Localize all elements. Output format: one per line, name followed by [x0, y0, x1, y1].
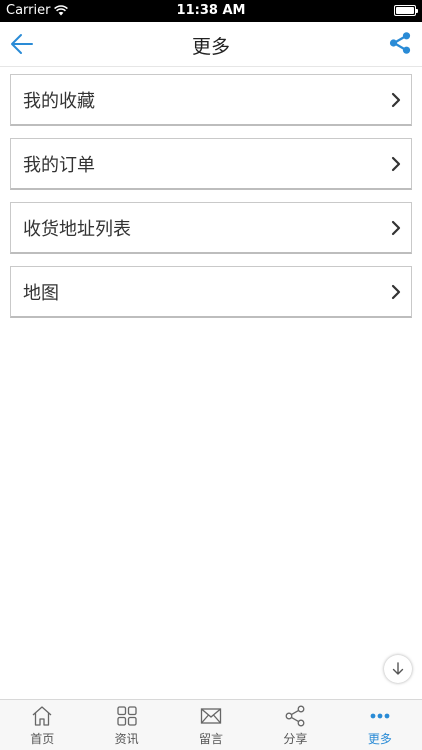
arrow-down-icon: [392, 662, 404, 675]
home-icon: [32, 706, 52, 726]
menu-item-addresses[interactable]: 收货地址列表: [10, 202, 412, 254]
menu-item-map[interactable]: 地图: [10, 266, 412, 318]
mail-icon: [200, 708, 222, 724]
tab-label: 分享: [283, 732, 308, 746]
menu-item-label: 我的订单: [23, 154, 95, 176]
page-title: 更多: [191, 36, 230, 58]
navigation-bar: 更多: [0, 22, 422, 67]
tab-home[interactable]: 首页: [0, 700, 84, 750]
chevron-right-icon: [391, 92, 401, 108]
more-icon: [370, 713, 390, 719]
menu-item-orders[interactable]: 我的订单: [10, 138, 412, 190]
status-bar: Carrier 11:38 AM: [0, 0, 422, 22]
share-icon[interactable]: [388, 31, 412, 55]
tab-label: 留言: [199, 732, 224, 746]
menu-item-label: 收货地址列表: [23, 218, 131, 240]
tab-label: 资讯: [114, 732, 139, 746]
status-time: 11:38 AM: [176, 3, 246, 18]
menu-item-label: 我的收藏: [23, 90, 95, 112]
back-arrow-icon[interactable]: [8, 30, 36, 58]
battery-icon: [394, 5, 418, 16]
tab-message[interactable]: 留言: [169, 700, 253, 750]
share-icon: [285, 705, 305, 727]
app-screen: Carrier 11:38 AM 更多 我的收藏 我的订单 收货地址列表 地图 …: [0, 0, 422, 750]
tab-share[interactable]: 分享: [253, 700, 337, 750]
tab-more[interactable]: 更多: [338, 700, 422, 750]
menu-item-favorites[interactable]: 我的收藏: [10, 74, 412, 126]
chevron-right-icon: [391, 220, 401, 236]
tab-label: 更多: [367, 732, 392, 746]
tab-bar: 首页 资讯 留言 分享 更多: [0, 699, 422, 750]
scroll-down-button[interactable]: [384, 655, 412, 683]
menu-item-label: 地图: [23, 282, 59, 304]
tab-label: 首页: [30, 732, 55, 746]
grid-icon: [116, 706, 137, 726]
tab-news[interactable]: 资讯: [84, 700, 168, 750]
menu-list: 我的收藏 我的订单 收货地址列表 地图: [10, 74, 412, 330]
chevron-right-icon: [391, 284, 401, 300]
chevron-right-icon: [391, 156, 401, 172]
